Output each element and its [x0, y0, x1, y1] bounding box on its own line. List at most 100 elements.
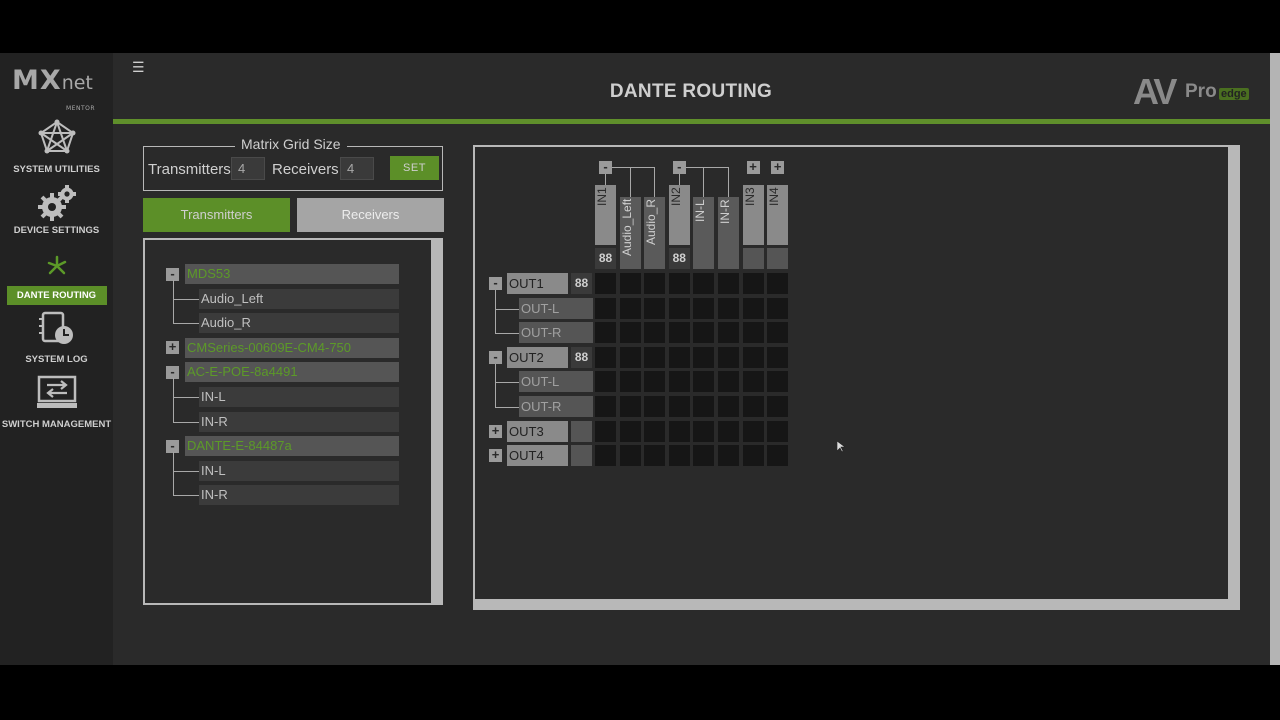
tree-toggle-collapse-icon[interactable]: -: [166, 267, 179, 281]
tree-toggle-collapse-icon[interactable]: -: [166, 365, 179, 379]
crosspoint-cell[interactable]: [644, 371, 666, 393]
crosspoint-cell[interactable]: [668, 297, 690, 319]
crosspoint-cell[interactable]: [767, 346, 789, 368]
row-toggle-collapse-icon[interactable]: -: [489, 276, 502, 290]
set-button[interactable]: SET: [390, 156, 439, 180]
crosspoint-cell[interactable]: [595, 297, 616, 319]
crosspoint-cell[interactable]: [693, 371, 715, 393]
crosspoint-cell[interactable]: [619, 396, 641, 417]
row-header-channel[interactable]: OUT-R: [519, 396, 593, 417]
nav-device-settings[interactable]: DEVICE SETTINGS: [0, 185, 113, 236]
nav-switch-management[interactable]: SWITCH MANAGEMENT: [0, 375, 113, 430]
crosspoint-cell[interactable]: [718, 346, 739, 368]
crosspoint-cell[interactable]: [718, 297, 739, 319]
crosspoint-cell[interactable]: [693, 396, 715, 417]
crosspoint-cell[interactable]: [767, 420, 789, 442]
crosspoint-cell[interactable]: [718, 322, 739, 344]
crosspoint-cell[interactable]: [619, 445, 641, 467]
crosspoint-cell[interactable]: [742, 396, 764, 417]
crosspoint-cell[interactable]: [767, 273, 789, 294]
crosspoint-cell[interactable]: [668, 322, 690, 344]
menu-icon[interactable]: ☰: [132, 59, 145, 76]
row-header-output[interactable]: OUT2: [507, 346, 568, 368]
tree-device-node[interactable]: DANTE-E-84487a: [185, 436, 399, 457]
column-header-input[interactable]: IN3: [742, 185, 764, 245]
crosspoint-cell[interactable]: [595, 346, 616, 368]
crosspoint-cell[interactable]: [595, 396, 616, 417]
crosspoint-cell[interactable]: [668, 396, 690, 417]
row-header-channel[interactable]: OUT-R: [519, 322, 593, 344]
row-toggle-expand-icon[interactable]: +: [489, 448, 502, 463]
crosspoint-cell[interactable]: [644, 297, 666, 319]
transmitters-count-input[interactable]: 4: [231, 157, 265, 180]
crosspoint-cell[interactable]: [595, 322, 616, 344]
crosspoint-cell[interactable]: [693, 273, 715, 294]
window-scrollbar[interactable]: [1270, 53, 1280, 665]
crosspoint-cell[interactable]: [767, 297, 789, 319]
tab-receivers[interactable]: Receivers: [297, 198, 444, 232]
crosspoint-cell[interactable]: [644, 273, 666, 294]
crosspoint-cell[interactable]: [742, 273, 764, 294]
row-header-channel[interactable]: OUT-L: [519, 371, 593, 393]
crosspoint-cell[interactable]: [693, 297, 715, 319]
crosspoint-cell[interactable]: [742, 297, 764, 319]
crosspoint-cell[interactable]: [619, 273, 641, 294]
crosspoint-cell[interactable]: [668, 445, 690, 467]
crosspoint-cell[interactable]: [718, 396, 739, 417]
crosspoint-cell[interactable]: [742, 371, 764, 393]
tree-channel-node[interactable]: Audio_Left: [199, 288, 399, 309]
column-toggle-expand-icon[interactable]: +: [771, 160, 785, 174]
column-toggle-collapse-icon[interactable]: -: [672, 160, 686, 174]
crosspoint-cell[interactable]: [693, 346, 715, 368]
row-toggle-expand-icon[interactable]: +: [489, 424, 502, 438]
crosspoint-cell[interactable]: [595, 420, 616, 442]
row-header-output[interactable]: OUT4: [507, 445, 568, 467]
row-header-output[interactable]: OUT3: [507, 420, 568, 442]
matrix-scrollbar-vertical[interactable]: [1228, 147, 1238, 599]
column-split-icon[interactable]: 88: [595, 248, 616, 269]
crosspoint-cell[interactable]: [668, 371, 690, 393]
crosspoint-cell[interactable]: [693, 445, 715, 467]
column-header-channel[interactable]: Audio_Left: [619, 197, 641, 269]
tree-device-node[interactable]: AC-E-POE-8a4491: [185, 362, 399, 383]
tree-device-node[interactable]: CMSeries-00609E-CM4-750: [185, 337, 399, 358]
nav-system-log[interactable]: SYSTEM LOG: [0, 311, 113, 365]
crosspoint-cell[interactable]: [595, 273, 616, 294]
column-header-input[interactable]: IN1: [595, 185, 616, 245]
crosspoint-cell[interactable]: [767, 445, 789, 467]
tree-channel-node[interactable]: IN-L: [199, 460, 399, 481]
column-split-icon[interactable]: 88: [668, 248, 690, 269]
row-header-output[interactable]: OUT1: [507, 273, 568, 294]
crosspoint-cell[interactable]: [644, 346, 666, 368]
row-toggle-collapse-icon[interactable]: -: [489, 350, 502, 364]
crosspoint-cell[interactable]: [742, 420, 764, 442]
tree-scrollbar[interactable]: [431, 240, 441, 603]
tree-toggle-collapse-icon[interactable]: -: [166, 439, 179, 453]
crosspoint-cell[interactable]: [595, 371, 616, 393]
tree-channel-node[interactable]: IN-R: [199, 485, 399, 506]
receivers-count-input[interactable]: 4: [340, 157, 374, 180]
crosspoint-cell[interactable]: [619, 297, 641, 319]
tree-toggle-expand-icon[interactable]: +: [166, 340, 179, 355]
crosspoint-cell[interactable]: [668, 273, 690, 294]
column-header-channel[interactable]: IN-R: [718, 197, 739, 269]
tree-channel-node[interactable]: IN-L: [199, 387, 399, 407]
column-header-input[interactable]: IN4: [767, 185, 789, 245]
tree-device-node[interactable]: MDS53: [185, 264, 399, 284]
crosspoint-cell[interactable]: [718, 273, 739, 294]
column-header-channel[interactable]: IN-L: [693, 197, 715, 269]
row-split-icon[interactable]: 88: [571, 273, 592, 294]
crosspoint-cell[interactable]: [595, 445, 616, 467]
row-header-channel[interactable]: OUT-L: [519, 297, 593, 319]
column-toggle-expand-icon[interactable]: +: [746, 160, 760, 174]
crosspoint-cell[interactable]: [718, 445, 739, 467]
crosspoint-cell[interactable]: [718, 371, 739, 393]
column-header-input[interactable]: IN2: [668, 185, 690, 245]
tree-channel-node[interactable]: IN-R: [199, 411, 399, 432]
crosspoint-cell[interactable]: [668, 420, 690, 442]
crosspoint-cell[interactable]: [644, 396, 666, 417]
crosspoint-cell[interactable]: [619, 371, 641, 393]
crosspoint-cell[interactable]: [767, 322, 789, 344]
crosspoint-cell[interactable]: [668, 346, 690, 368]
column-header-channel[interactable]: Audio_R: [644, 197, 666, 269]
